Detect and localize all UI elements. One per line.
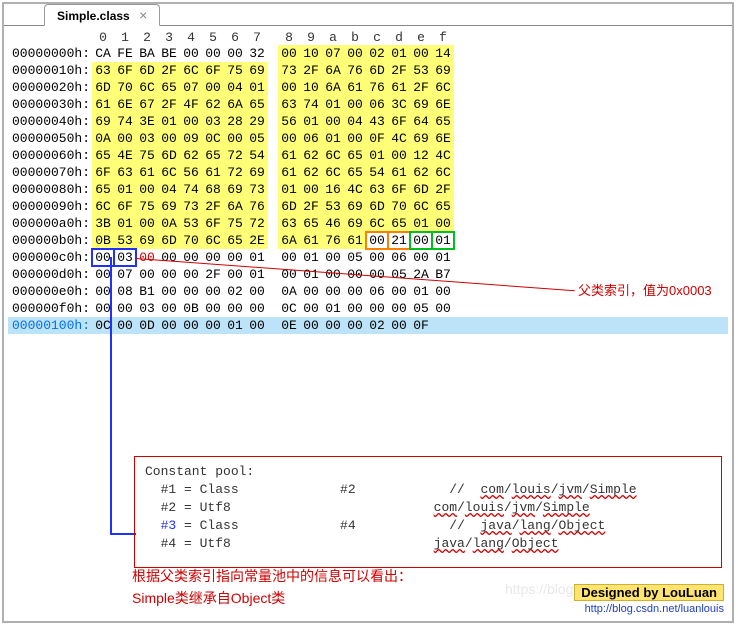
hex-column-header: 0123456789abcdef <box>8 30 728 45</box>
tab-bar: Simple.class × <box>4 4 732 26</box>
hex-row: 00000090h:6C6F7569732F6A766D2F53696D706C… <box>8 198 728 215</box>
hex-row: 00000060h:654E756D6265725461626C65010012… <box>8 147 728 164</box>
cp-entry: #2 = Utf8 com/louis/jvm/Simple <box>145 499 711 517</box>
hex-row: 000000c0h:000300000000000100010005000600… <box>8 249 728 266</box>
hex-row: 00000050h:0A000300090C0005000601000F4C69… <box>8 130 728 147</box>
signature-main: Designed by LouLuan <box>574 584 724 601</box>
hex-viewer: 0123456789abcdef 00000000h:CAFEBABE00000… <box>4 26 732 334</box>
hex-row: 00000000h:CAFEBABE0000003200100700020100… <box>8 45 728 62</box>
hex-row: 000000f0h:000003000B0000000C000100000005… <box>8 300 728 317</box>
cp-entry: #1 = Class #2 // com/louis/jvm/Simple <box>145 481 711 499</box>
connector-line <box>110 257 112 533</box>
annotation-text: 父类索引，值为0x0003 <box>578 280 712 299</box>
hex-row: 00000040h:69743E010003282956010004436F64… <box>8 113 728 130</box>
signature-url: http://blog.csdn.net/luanlouis <box>585 603 724 615</box>
hex-row: 00000030h:616E672F4F626A6563740100063C69… <box>8 96 728 113</box>
main-frame: Simple.class × 0123456789abcdef 00000000… <box>2 2 734 623</box>
summary-line: Simple类继承自Object类 <box>132 587 412 609</box>
cp-entry: #4 = Utf8 java/lang/Object <box>145 535 711 553</box>
summary-text: 根据父类索引指向常量池中的信息可以看出： Simple类继承自Object类 <box>132 565 412 609</box>
hex-row: 000000a0h:3B01000A536F7572636546696C6501… <box>8 215 728 232</box>
file-tab[interactable]: Simple.class × <box>44 4 160 26</box>
hex-row: 00000070h:6F63616C5661726961626C65546162… <box>8 164 728 181</box>
signature: Designed by LouLuan http://blog.csdn.net… <box>574 585 724 615</box>
hex-row: 00000100h:0C000D00000001000E00000002000F <box>8 317 728 334</box>
cp-entry: #3 = Class #4 // java/lang/Object <box>145 517 711 535</box>
constant-pool-box: Constant pool: #1 = Class #2 // com/loui… <box>134 456 722 568</box>
tab-close-icon[interactable]: × <box>133 7 147 23</box>
hex-row: 00000080h:65010004746869730100164C636F6D… <box>8 181 728 198</box>
hex-row: 00000010h:636F6D2F6C6F7569732F6A766D2F53… <box>8 62 728 79</box>
tab-title: Simple.class <box>57 9 130 23</box>
cp-title: Constant pool: <box>145 463 711 481</box>
hex-row: 00000020h:6D706C650700040100106A6176612F… <box>8 79 728 96</box>
hex-row: 000000b0h:0B53696D706C652E6A617661002100… <box>8 232 728 249</box>
summary-line: 根据父类索引指向常量池中的信息可以看出： <box>132 565 412 587</box>
connector-line <box>110 533 136 535</box>
